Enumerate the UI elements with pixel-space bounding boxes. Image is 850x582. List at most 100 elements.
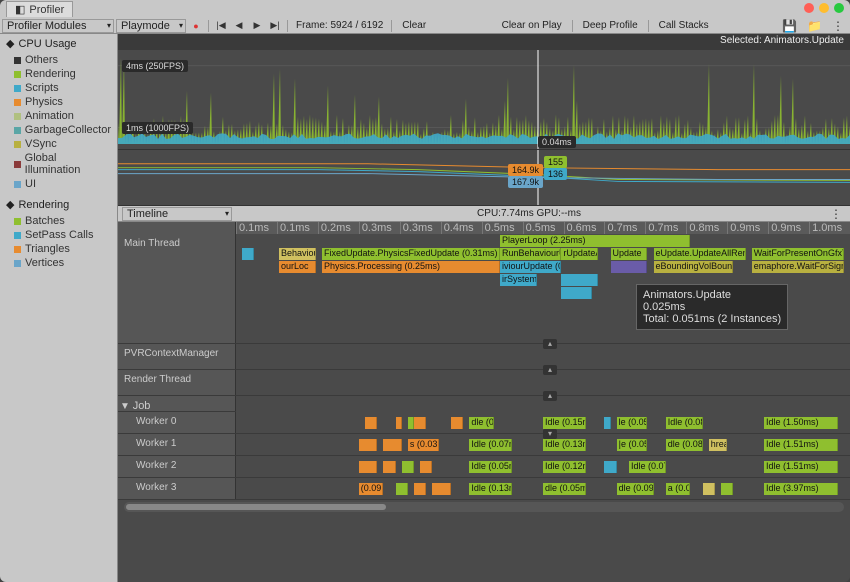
clear-on-play-button[interactable]: Clear on Play — [496, 20, 568, 31]
timeline-ruler[interactable]: 0.1ms0.1ms0.2ms0.3ms0.3ms0.4ms0.5ms0.5ms… — [236, 222, 850, 234]
collapse-handle-icon[interactable]: ▴ — [543, 365, 557, 375]
worker-track[interactable]: dle (0.06ms) Idle (0.15ms) le (0.05ms) Idle… — [236, 412, 850, 433]
cpu-usage-header[interactable]: ◆ CPU Usage — [0, 34, 117, 53]
save-icon[interactable]: 💾 — [778, 19, 801, 33]
playmode-dropdown[interactable]: Playmode — [116, 19, 186, 33]
timeline-segment[interactable]: Update — [611, 248, 648, 260]
minimize-icon[interactable] — [819, 3, 829, 13]
timeline-segment[interactable]: RunBehaviourUp — [500, 248, 561, 260]
rendering-chart[interactable]: 164.9k 167.9k 155 136 — [118, 150, 850, 206]
timeline-segment[interactable]: Physics.Processing (0.25ms) — [322, 261, 500, 273]
close-icon[interactable] — [804, 3, 814, 13]
timeline-segment[interactable]: Idle (3.97ms) — [764, 483, 838, 495]
timeline-segment[interactable] — [432, 483, 450, 495]
timeline-segment[interactable]: eUpdate.UpdateAllRenderers ( — [654, 248, 746, 260]
timeline-segment[interactable]: Idle (1.51ms) — [764, 461, 838, 473]
timeline-segment[interactable]: emaphore.WaitForSignal (1.34ms — [752, 261, 844, 273]
legend-item[interactable]: Animation — [0, 109, 117, 123]
legend-item[interactable]: Rendering — [0, 67, 117, 81]
timeline-segment[interactable]: le (0.05ms) — [617, 417, 648, 429]
timeline-segment[interactable]: rUpdateAn — [561, 248, 598, 260]
last-frame-button[interactable]: ▶| — [267, 19, 283, 33]
timeline-segment[interactable] — [383, 461, 395, 473]
record-button[interactable]: ● — [188, 19, 204, 33]
timeline-segment[interactable]: Idle (1.51ms) — [764, 439, 838, 451]
cpu-usage-chart[interactable]: 4ms (250FPS) 1ms (1000FPS) 0.04ms — [118, 50, 850, 150]
timeline-segment[interactable]: Idle (0.15ms) — [543, 417, 586, 429]
timeline-segment[interactable] — [242, 248, 254, 260]
collapse-handle-icon[interactable]: ▴ — [543, 339, 557, 349]
timeline-segment[interactable]: PlayerLoop (2.25ms) — [500, 235, 690, 247]
timeline-segment[interactable] — [604, 417, 610, 429]
timeline-segment[interactable] — [396, 417, 402, 429]
rendering-header[interactable]: ◆ Rendering — [0, 195, 117, 214]
collapse-handle-icon[interactable]: ▾ — [543, 429, 557, 439]
timeline-view-dropdown[interactable]: Timeline — [122, 207, 232, 221]
timeline-segment[interactable]: WaitForPresentOnGfxThread (1.3 — [752, 248, 844, 260]
legend-item[interactable]: VSync — [0, 137, 117, 151]
timeline-segment[interactable]: (0.09 — [359, 483, 384, 495]
legend-item[interactable]: Vertices — [0, 256, 117, 270]
timeline-segment[interactable]: iviourUpdate (0.0 — [500, 261, 561, 273]
deep-profile-button[interactable]: Deep Profile — [577, 20, 644, 31]
legend-item[interactable]: Triangles — [0, 242, 117, 256]
timeline-segment[interactable]: Idle (0.13ms) — [469, 483, 512, 495]
timeline-segment[interactable]: Idle (0.07ms) — [629, 461, 666, 473]
worker-track[interactable]: Idle (0.05ms) Idle (0.12ms) Idle (0.07ms) I… — [236, 456, 850, 477]
collapse-handle-icon[interactable]: ▴ — [543, 391, 557, 401]
timeline-segment[interactable]: hrea — [709, 439, 727, 451]
next-frame-button[interactable]: ▶ — [249, 19, 265, 33]
first-frame-button[interactable]: |◀ — [213, 19, 229, 33]
timeline-menu-icon[interactable]: ⋮ — [826, 207, 846, 221]
timeline-segment[interactable] — [414, 483, 426, 495]
timeline-segment[interactable]: dle (0.05ms) — [543, 483, 586, 495]
timeline-segment[interactable] — [561, 287, 592, 299]
timeline-segment[interactable] — [721, 483, 733, 495]
timeline-segment[interactable] — [383, 439, 401, 451]
timeline-segment[interactable]: s (0.03ms:s (0.04 — [408, 439, 439, 451]
main-thread-track[interactable]: Animators.Update 0.025ms Total: 0.051ms … — [236, 234, 850, 343]
legend-item[interactable]: Scripts — [0, 81, 117, 95]
call-stacks-button[interactable]: Call Stacks — [653, 20, 715, 31]
legend-item[interactable]: Others — [0, 53, 117, 67]
timeline-segment[interactable]: ourLoc — [279, 261, 316, 273]
timeline-segment[interactable] — [359, 439, 377, 451]
context-menu-icon[interactable]: ⋮ — [828, 19, 848, 33]
profiler-modules-dropdown[interactable]: Profiler Modules — [2, 19, 114, 33]
legend-item[interactable]: Physics — [0, 95, 117, 109]
timeline-segment[interactable] — [451, 417, 463, 429]
timeline-segment[interactable] — [414, 417, 426, 429]
timeline-segment[interactable]: Idle (0.08ms) — [666, 417, 703, 429]
timeline-segment[interactable]: dle (0.08ms) — [666, 439, 703, 451]
timeline-segment[interactable] — [561, 274, 598, 286]
timeline-segment[interactable]: |e (0.05ms — [617, 439, 648, 451]
legend-item[interactable]: Global Illumination — [0, 151, 117, 177]
timeline-segment[interactable]: dle (0.06ms) — [469, 417, 494, 429]
legend-item[interactable]: GarbageCollector — [0, 123, 117, 137]
timeline-segment[interactable] — [703, 483, 715, 495]
load-icon[interactable]: 📁 — [803, 19, 826, 33]
timeline-segment[interactable]: Behaviou — [279, 248, 316, 260]
timeline-segment[interactable] — [420, 461, 432, 473]
job-group-label[interactable]: ▼ Job — [118, 396, 236, 411]
timeline-segment[interactable] — [359, 461, 377, 473]
timeline-segment[interactable]: a (0.03m — [666, 483, 691, 495]
timeline-segment[interactable] — [365, 417, 377, 429]
timeline-segment[interactable]: FixedUpdate.PhysicsFixedUpdate (0.31ms) — [322, 248, 500, 260]
timeline-segment[interactable]: irSystem — [500, 274, 537, 286]
timeline-segment[interactable]: Idle (0.07ms) — [469, 439, 512, 451]
scroll-thumb[interactable] — [126, 504, 386, 510]
timeline-segment[interactable] — [396, 483, 408, 495]
legend-item[interactable]: UI — [0, 177, 117, 191]
legend-item[interactable]: Batches — [0, 214, 117, 228]
timeline-segment[interactable]: Idle (0.12ms) — [543, 461, 586, 473]
timeline-segment[interactable]: Idle (1.50ms) — [764, 417, 838, 429]
timeline-segment[interactable]: dle (0.09ms) — [617, 483, 654, 495]
horizontal-scrollbar[interactable] — [124, 502, 844, 512]
timeline-segment[interactable] — [402, 461, 414, 473]
timeline-segment[interactable] — [611, 261, 648, 273]
legend-item[interactable]: SetPass Calls — [0, 228, 117, 242]
maximize-icon[interactable] — [834, 3, 844, 13]
clear-button[interactable]: Clear — [396, 20, 432, 31]
timeline-segment[interactable]: Idle (0.05ms) — [469, 461, 512, 473]
